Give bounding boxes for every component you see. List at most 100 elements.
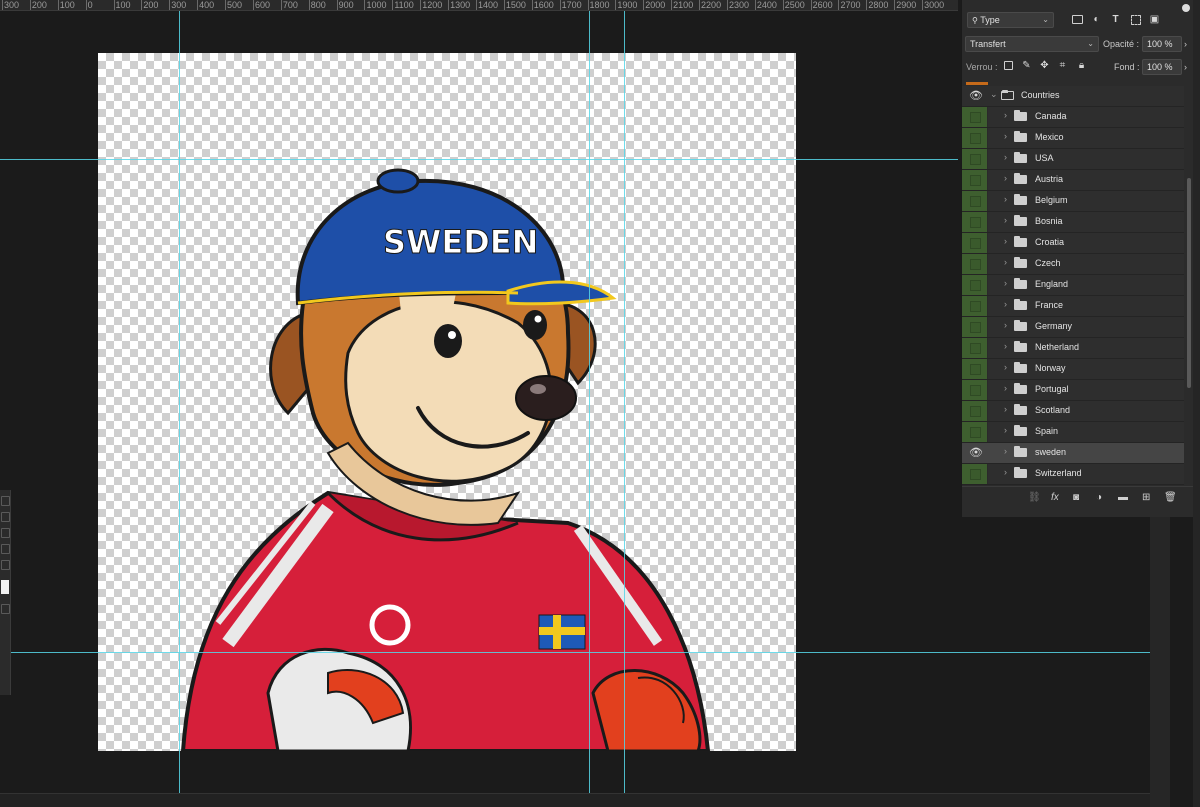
visibility-toggle[interactable]: [962, 380, 988, 400]
chevron-down-icon[interactable]: ›: [1184, 38, 1187, 50]
pixel-filter-icon[interactable]: [1072, 15, 1083, 24]
visibility-toggle[interactable]: [962, 317, 988, 337]
type-filter-icon[interactable]: T: [1110, 14, 1121, 25]
new-layer-icon[interactable]: ⊞: [1142, 492, 1150, 503]
chevron-down-icon[interactable]: ⌄: [990, 89, 998, 100]
guide-horizontal[interactable]: [0, 159, 958, 160]
chevron-right-icon[interactable]: ›: [1004, 383, 1007, 393]
layer-row[interactable]: › Scotland: [962, 401, 1184, 422]
layer-row[interactable]: › Canada: [962, 107, 1184, 128]
visibility-toggle[interactable]: [962, 170, 988, 190]
lock-transparent-icon[interactable]: [1004, 61, 1013, 70]
visibility-toggle[interactable]: [962, 338, 988, 358]
chevron-right-icon[interactable]: ›: [1004, 425, 1007, 435]
visibility-toggle[interactable]: [962, 128, 988, 148]
layer-row[interactable]: › Austria: [962, 170, 1184, 191]
layer-row[interactable]: 👁︎ › sweden: [962, 443, 1184, 464]
visibility-toggle[interactable]: [962, 233, 988, 253]
layer-row[interactable]: › Croatia: [962, 233, 1184, 254]
visibility-toggle[interactable]: [962, 254, 988, 274]
chevron-right-icon[interactable]: ›: [1004, 404, 1007, 414]
chevron-right-icon[interactable]: ›: [1004, 152, 1007, 162]
visibility-toggle[interactable]: [962, 359, 988, 379]
layer-row[interactable]: › France: [962, 296, 1184, 317]
chevron-right-icon[interactable]: ›: [1004, 362, 1007, 372]
panel-menu-icon[interactable]: [1182, 4, 1190, 12]
ruler-tick: [476, 0, 477, 10]
guide-vertical[interactable]: [624, 11, 625, 807]
guide-horizontal[interactable]: [0, 652, 1150, 653]
visibility-toggle[interactable]: [962, 107, 988, 127]
guide-vertical[interactable]: [589, 11, 590, 807]
layer-group-countries[interactable]: 👁︎ ⌄ Countries: [962, 86, 1184, 107]
link-icon[interactable]: ⛓︎: [1028, 492, 1041, 503]
visibility-toggle[interactable]: [962, 464, 988, 484]
ruler-tick: [587, 0, 589, 10]
fill-input[interactable]: 100 %: [1142, 59, 1182, 75]
color-swatch[interactable]: [1, 580, 9, 594]
visibility-toggle[interactable]: [962, 296, 988, 316]
chevron-right-icon[interactable]: ›: [1004, 278, 1007, 288]
layer-row[interactable]: › Mexico: [962, 128, 1184, 149]
tool-button[interactable]: [1, 528, 10, 538]
chevron-right-icon[interactable]: ›: [1004, 194, 1007, 204]
layer-row[interactable]: › Switzerland: [962, 464, 1184, 485]
document-canvas[interactable]: SWEDEN: [98, 53, 796, 751]
chevron-right-icon[interactable]: ›: [1004, 236, 1007, 246]
layer-row[interactable]: › Norway: [962, 359, 1184, 380]
horizontal-ruler[interactable]: 300 200 100 0 100 200 300 400 500 600 700 800 900 100…: [0, 0, 958, 11]
adjustment-filter-icon[interactable]: ◐: [1091, 14, 1102, 25]
tool-button[interactable]: [1, 512, 10, 522]
scrollbar-thumb[interactable]: [1187, 178, 1191, 388]
layer-row[interactable]: › Belgium: [962, 191, 1184, 212]
chevron-down-icon[interactable]: ›: [1184, 61, 1187, 73]
new-group-icon[interactable]: ▬: [1118, 492, 1128, 503]
visibility-toggle[interactable]: [962, 275, 988, 295]
chevron-right-icon[interactable]: ›: [1004, 215, 1007, 225]
visibility-toggle[interactable]: [962, 149, 988, 169]
artboard-lock-icon[interactable]: ⌗: [1057, 60, 1068, 71]
visibility-toggle[interactable]: [962, 212, 988, 232]
chevron-right-icon[interactable]: ›: [1004, 299, 1007, 309]
lock-pixels-icon[interactable]: ✎: [1021, 60, 1032, 71]
guide-vertical[interactable]: [179, 11, 180, 807]
layers-scrollbar[interactable]: [1186, 90, 1192, 490]
layer-row[interactable]: › Spain: [962, 422, 1184, 443]
layer-row[interactable]: › England: [962, 275, 1184, 296]
chevron-right-icon[interactable]: ›: [1004, 173, 1007, 183]
layer-row[interactable]: › Germany: [962, 317, 1184, 338]
tool-button[interactable]: [1, 560, 10, 570]
layer-row[interactable]: › Czech: [962, 254, 1184, 275]
adjustment-icon[interactable]: ◑: [1096, 492, 1102, 503]
chevron-right-icon[interactable]: ›: [1004, 110, 1007, 120]
layer-row[interactable]: › Bosnia: [962, 212, 1184, 233]
mask-icon[interactable]: ◙: [1073, 492, 1079, 503]
chevron-right-icon[interactable]: ›: [1004, 446, 1007, 456]
visibility-toggle[interactable]: [962, 401, 988, 421]
smart-object-filter-icon[interactable]: ▣: [1149, 14, 1160, 25]
tool-button[interactable]: [1, 604, 10, 614]
shape-filter-icon[interactable]: [1131, 15, 1141, 25]
chevron-right-icon[interactable]: ›: [1004, 320, 1007, 330]
ruler-label: 100: [115, 0, 131, 10]
lock-position-icon[interactable]: ✥: [1039, 60, 1050, 71]
layer-filter-select[interactable]: ⚲ Type ⌄: [967, 12, 1054, 28]
chevron-right-icon[interactable]: ›: [1004, 257, 1007, 267]
blend-mode-select[interactable]: Transfert ⌄: [965, 36, 1099, 52]
opacity-input[interactable]: 100 %: [1142, 36, 1182, 52]
layer-row[interactable]: › Netherland: [962, 338, 1184, 359]
tool-button[interactable]: [1, 496, 10, 506]
lock-all-icon[interactable]: 🔒︎: [1076, 60, 1087, 71]
layer-row[interactable]: › USA: [962, 149, 1184, 170]
chevron-right-icon[interactable]: ›: [1004, 131, 1007, 141]
chevron-right-icon[interactable]: ›: [1004, 341, 1007, 351]
fx-icon[interactable]: fx: [1051, 492, 1059, 503]
visibility-toggle[interactable]: 👁︎: [962, 443, 988, 463]
visibility-toggle[interactable]: 👁︎: [962, 86, 988, 106]
visibility-toggle[interactable]: [962, 422, 988, 442]
tool-button[interactable]: [1, 544, 10, 554]
chevron-right-icon[interactable]: ›: [1004, 467, 1007, 477]
layer-row[interactable]: › Portugal: [962, 380, 1184, 401]
visibility-toggle[interactable]: [962, 191, 988, 211]
trash-icon[interactable]: 🗑︎: [1164, 492, 1177, 503]
